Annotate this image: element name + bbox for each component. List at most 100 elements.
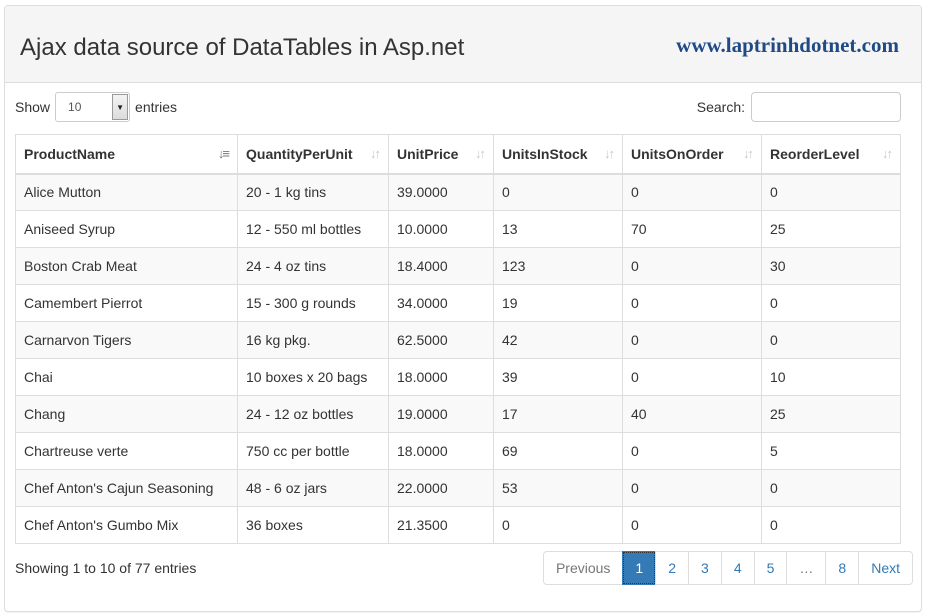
- next-button[interactable]: Next: [858, 551, 913, 585]
- table-cell: 17: [493, 395, 623, 433]
- table-cell: 13: [493, 210, 623, 248]
- column-header-unitprice[interactable]: UnitPrice ↓↑: [388, 134, 494, 175]
- table-cell: Boston Crab Meat: [15, 247, 238, 285]
- table-row: Camembert Pierrot 15 - 300 g rounds 34.0…: [15, 284, 901, 322]
- page-button-4[interactable]: 4: [720, 551, 755, 585]
- table-cell: 19.0000: [388, 395, 494, 433]
- table-cell: Alice Mutton: [15, 173, 238, 211]
- table-row: Chef Anton's Gumbo Mix 36 boxes 21.3500 …: [15, 506, 901, 544]
- table-cell: 25: [761, 395, 901, 433]
- column-header-label: ReorderLevel: [770, 145, 860, 162]
- table-cell: 0: [493, 173, 623, 211]
- sort-both-icon: ↓↑: [882, 146, 893, 161]
- table-cell: 10: [761, 358, 901, 396]
- table-cell: 10 boxes x 20 bags: [237, 358, 389, 396]
- table-row: Alice Mutton 20 - 1 kg tins 39.0000 0 0 …: [15, 173, 901, 211]
- sort-both-icon: ↓↑: [475, 146, 486, 161]
- column-header-label: UnitPrice: [397, 145, 459, 162]
- page-button-8[interactable]: 8: [825, 551, 860, 585]
- table-cell: Chef Anton's Cajun Seasoning: [15, 469, 238, 507]
- table-cell: Chartreuse verte: [15, 432, 238, 470]
- search-input[interactable]: [751, 92, 901, 122]
- table-cell: 24 - 4 oz tins: [237, 247, 389, 285]
- chevron-down-icon[interactable]: ▼: [112, 94, 129, 120]
- column-header-unitsinstock[interactable]: UnitsInStock ↓↑: [493, 134, 623, 175]
- column-header-label: QuantityPerUnit: [246, 145, 353, 162]
- entries-select[interactable]: 10 ▼: [55, 92, 131, 122]
- table-row: Chai 10 boxes x 20 bags 18.0000 39 0 10: [15, 358, 901, 396]
- table-cell: 34.0000: [388, 284, 494, 322]
- table-cell: 16 kg pkg.: [237, 321, 389, 359]
- table-cell: 62.5000: [388, 321, 494, 359]
- table-cell: Carnarvon Tigers: [15, 321, 238, 359]
- table-cell: 0: [761, 321, 901, 359]
- table-cell: 39: [493, 358, 623, 396]
- column-header-label: ProductName: [24, 145, 116, 162]
- panel-heading: Ajax data source of DataTables in Asp.ne…: [5, 6, 921, 83]
- table-cell: 10.0000: [388, 210, 494, 248]
- table-row: Carnarvon Tigers 16 kg pkg. 62.5000 42 0…: [15, 321, 901, 359]
- table-cell: 0: [622, 432, 762, 470]
- table-cell: Chef Anton's Gumbo Mix: [15, 506, 238, 544]
- table-cell: 0: [622, 173, 762, 211]
- table-cell: 0: [622, 284, 762, 322]
- sort-ascending-icon: ↓≡: [217, 146, 230, 161]
- table-cell: 0: [622, 321, 762, 359]
- table-cell: 69: [493, 432, 623, 470]
- column-header-productname[interactable]: ProductName ↓≡: [15, 134, 238, 175]
- table-controls: Show 10 ▼ entries Search:: [15, 92, 901, 124]
- table-info: Showing 1 to 10 of 77 entries: [15, 560, 197, 576]
- entries-length: Show 10 ▼ entries: [15, 92, 177, 122]
- table-cell: Aniseed Syrup: [15, 210, 238, 248]
- table-cell: 21.3500: [388, 506, 494, 544]
- search-box: Search:: [697, 92, 901, 122]
- table-cell: 18.4000: [388, 247, 494, 285]
- page-button-1[interactable]: 1: [622, 551, 657, 585]
- sort-both-icon: ↓↑: [370, 146, 381, 161]
- table-cell: 53: [493, 469, 623, 507]
- table-cell: 750 cc per bottle: [237, 432, 389, 470]
- table-cell: 0: [761, 173, 901, 211]
- page-button-3[interactable]: 3: [688, 551, 722, 585]
- sort-both-icon: ↓↑: [604, 146, 615, 161]
- table-cell: 19: [493, 284, 623, 322]
- table-cell: 0: [761, 506, 901, 544]
- table-cell: 0: [622, 506, 762, 544]
- table-row: Chef Anton's Cajun Seasoning 48 - 6 oz j…: [15, 469, 901, 507]
- table-cell: 20 - 1 kg tins: [237, 173, 389, 211]
- table-cell: 0: [761, 469, 901, 507]
- table-header-row: ProductName ↓≡ QuantityPerUnit ↓↑ UnitPr…: [15, 134, 901, 175]
- entries-select-value: 10: [68, 100, 82, 114]
- table-cell: 0: [493, 506, 623, 544]
- table-cell: 22.0000: [388, 469, 494, 507]
- table-cell: 18.0000: [388, 432, 494, 470]
- column-header-quantityperunit[interactable]: QuantityPerUnit ↓↑: [237, 134, 389, 175]
- table-row: Chartreuse verte 750 cc per bottle 18.00…: [15, 432, 901, 470]
- table-cell: 48 - 6 oz jars: [237, 469, 389, 507]
- table-cell: Camembert Pierrot: [15, 284, 238, 322]
- table-cell: 30: [761, 247, 901, 285]
- column-header-reorderlevel[interactable]: ReorderLevel ↓↑: [761, 134, 901, 175]
- pagination: Previous 1 2 3 4 5 … 8 Next: [542, 551, 913, 585]
- table-cell: 36 boxes: [237, 506, 389, 544]
- table-cell: 40: [622, 395, 762, 433]
- table-cell: 0: [622, 358, 762, 396]
- page-button-2[interactable]: 2: [655, 551, 690, 585]
- table-cell: 39.0000: [388, 173, 494, 211]
- table-cell: 24 - 12 oz bottles: [237, 395, 389, 433]
- previous-button[interactable]: Previous: [542, 551, 624, 585]
- table-cell: 0: [622, 247, 762, 285]
- table-cell: Chang: [15, 395, 238, 433]
- column-header-unitsonorder[interactable]: UnitsOnOrder ↓↑: [622, 134, 762, 175]
- table-cell: Chai: [15, 358, 238, 396]
- table-cell: 42: [493, 321, 623, 359]
- search-label: Search:: [696, 99, 745, 115]
- page-ellipsis: …: [786, 551, 827, 585]
- table-row: Chang 24 - 12 oz bottles 19.0000 17 40 2…: [15, 395, 901, 433]
- table-cell: 15 - 300 g rounds: [237, 284, 389, 322]
- page-button-5[interactable]: 5: [753, 551, 788, 585]
- table-row: Boston Crab Meat 24 - 4 oz tins 18.4000 …: [15, 247, 901, 285]
- column-header-label: UnitsInStock: [502, 145, 588, 162]
- table-cell: 25: [761, 210, 901, 248]
- table-row: Aniseed Syrup 12 - 550 ml bottles 10.000…: [15, 210, 901, 248]
